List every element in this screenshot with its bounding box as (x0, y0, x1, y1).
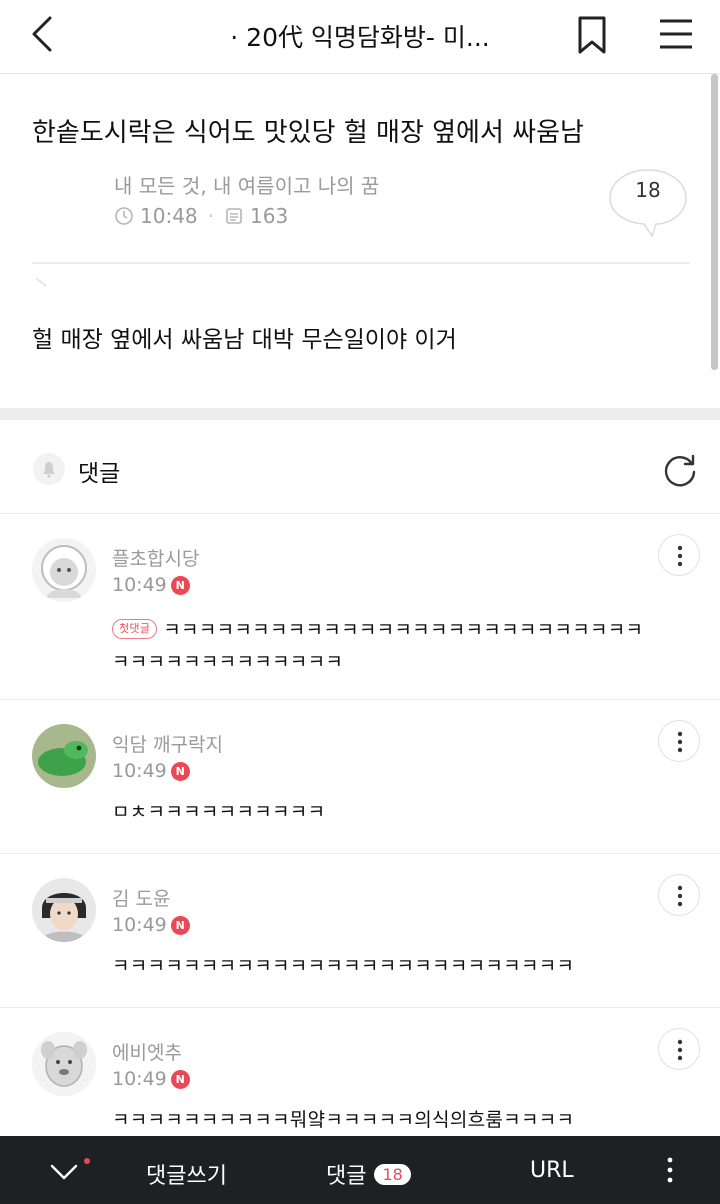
write-comment-button[interactable]: 댓글쓰기 (146, 1158, 227, 1190)
section-divider (0, 408, 720, 420)
comment-item: 익담 깨구락지 10:49 N ㅁㅊㅋㅋㅋㅋㅋㅋㅋㅋㅋㅋ (0, 700, 720, 854)
more-options-button[interactable] (658, 720, 700, 762)
views-icon (224, 206, 244, 226)
back-icon[interactable] (22, 12, 66, 56)
menu-icon[interactable] (654, 12, 698, 56)
comment-count[interactable]: 18 (606, 178, 690, 202)
chevron-down-icon[interactable] (48, 1150, 80, 1190)
comment-item: 에비엣추 10:49 N ㅋㅋㅋㅋㅋㅋㅋㅋㅋㅋ뭐얔ㅋㅋㅋㅋㅋ의식의흐룸ㅋㅋㅋㅋ (0, 1008, 720, 1136)
post: 한솥도시락은 식어도 맛있당 헐 매장 옆에서 싸움남 내 모든 것, 내 여름… (0, 74, 720, 408)
comment-item: 플초합시당 10:49 N 첫댓글 ㅋㅋㅋㅋㅋㅋㅋㅋㅋㅋㅋㅋㅋㅋㅋㅋㅋㅋㅋㅋㅋㅋㅋ… (0, 514, 720, 700)
post-body: 헐 매장 옆에서 싸움남 대박 무슨일이야 이거 (32, 327, 457, 353)
comment-author[interactable]: 김 도윤 (112, 884, 170, 911)
comment-author[interactable]: 에비엣추 (112, 1038, 182, 1065)
more-options-button[interactable] (658, 534, 700, 576)
bottom-bar: 댓글쓰기 댓글 18 URL (0, 1136, 720, 1204)
new-badge: N (170, 761, 190, 781)
comment-time-text: 10:49 (112, 760, 167, 782)
comment-text-line: ㅋㅋㅋㅋㅋㅋㅋㅋㅋㅋㅋㅋㅋㅋㅋㅋㅋㅋㅋㅋㅋㅋㅋㅋㅋㅋㅋ (163, 619, 644, 641)
first-comment-tag: 첫댓글 (112, 619, 158, 639)
comments-header: 댓글 (0, 420, 720, 514)
comment-time-text: 10:49 (112, 574, 167, 596)
comments-label: 댓글 (78, 461, 121, 487)
comments-button-label: 댓글 (326, 1164, 367, 1189)
post-time: 10:48 (140, 204, 198, 228)
comment-time: 10:49 N (112, 914, 190, 936)
comment-time-text: 10:49 (112, 1068, 167, 1090)
comment-text: ㅋㅋㅋㅋㅋㅋㅋㅋㅋㅋ뭐얔ㅋㅋㅋㅋㅋ의식의흐룸ㅋㅋㅋㅋ (112, 1109, 575, 1131)
avatar[interactable] (32, 724, 96, 788)
divider (32, 262, 690, 264)
bell-icon[interactable] (32, 452, 66, 486)
comment-text: 첫댓글 ㅋㅋㅋㅋㅋㅋㅋㅋㅋㅋㅋㅋㅋㅋㅋㅋㅋㅋㅋㅋㅋㅋㅋㅋㅋㅋㅋ ㅋㅋㅋㅋㅋㅋㅋㅋㅋ… (112, 614, 643, 678)
comment-text-line: ㅋㅋㅋㅋㅋㅋㅋㅋㅋㅋㅋㅋㅋ (112, 651, 344, 673)
new-badge: N (170, 915, 190, 935)
page-title: · 20代 익명담화방- 미... (230, 23, 490, 52)
post-author[interactable]: 내 모든 것, 내 여름이고 나의 꿈 (114, 170, 379, 199)
post-meta: 10:48 · 163 (114, 204, 288, 228)
notification-dot (84, 1158, 90, 1164)
avatar[interactable] (32, 878, 96, 942)
comments-count-badge: 18 (374, 1163, 411, 1185)
refresh-icon[interactable] (660, 450, 700, 490)
clock-icon (114, 206, 134, 226)
comment-item: 김 도윤 10:49 N ㅋㅋㅋㅋㅋㅋㅋㅋㅋㅋㅋㅋㅋㅋㅋㅋㅋㅋㅋㅋㅋㅋㅋㅋㅋㅋ (0, 854, 720, 1008)
avatar[interactable] (32, 1032, 96, 1096)
more-icon[interactable] (660, 1150, 680, 1190)
more-options-button[interactable] (658, 1028, 700, 1070)
post-views: 163 (250, 204, 289, 228)
comment-time: 10:49 N (112, 760, 190, 782)
more-options-button[interactable] (658, 874, 700, 916)
comments-button[interactable]: 댓글 18 (326, 1158, 411, 1190)
comment-author[interactable]: 플초합시당 (112, 544, 199, 571)
author-avatar[interactable] (32, 270, 50, 288)
new-badge: N (170, 575, 190, 595)
comment-time-text: 10:49 (112, 914, 167, 936)
avatar[interactable] (32, 538, 96, 602)
scrollbar[interactable] (711, 74, 718, 370)
post-title: 한솥도시락은 식어도 맛있당 헐 매장 옆에서 싸움남 (32, 118, 584, 148)
comment-text: ㅋㅋㅋㅋㅋㅋㅋㅋㅋㅋㅋㅋㅋㅋㅋㅋㅋㅋㅋㅋㅋㅋㅋㅋㅋㅋ (112, 955, 575, 977)
url-button[interactable]: URL (530, 1158, 574, 1183)
top-bar: · 20代 익명담화방- 미... (0, 0, 720, 74)
comment-time: 10:49 N (112, 574, 190, 596)
bookmark-icon[interactable] (572, 12, 612, 56)
comment-time: 10:49 N (112, 1068, 190, 1090)
comment-text: ㅁㅊㅋㅋㅋㅋㅋㅋㅋㅋㅋㅋ (112, 801, 326, 823)
new-badge: N (170, 1069, 190, 1089)
comment-author[interactable]: 익담 깨구락지 (112, 730, 223, 757)
meta-separator: · (207, 204, 214, 228)
